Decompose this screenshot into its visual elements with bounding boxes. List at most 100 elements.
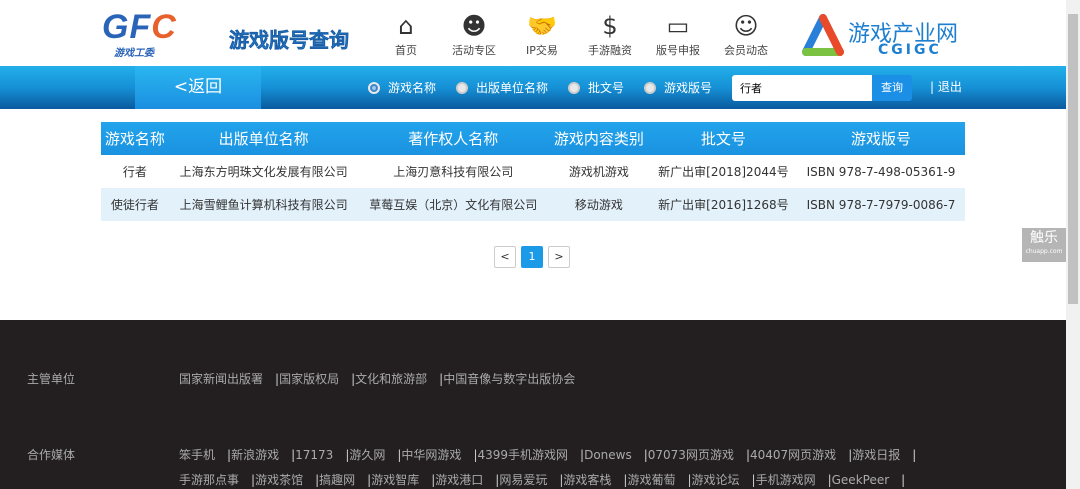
- watermark: 触乐 chuapp.com: [1022, 228, 1066, 262]
- column-header: 游戏名称: [101, 122, 169, 155]
- nav-label: 手游融资: [588, 44, 632, 57]
- footer-link[interactable]: 文化和旅游部: [355, 372, 427, 386]
- table-cell: 上海东方明珠文化发展有限公司: [179, 165, 348, 179]
- table-cell: ISBN 978-7-7979-0086-7: [797, 188, 965, 221]
- radio-icon[interactable]: [644, 81, 657, 94]
- radio-label: 游戏版号: [664, 81, 713, 95]
- radio-label: 批文号: [588, 81, 625, 95]
- page-1-button[interactable]: 1: [521, 246, 543, 268]
- table-cell: 行者: [122, 165, 147, 179]
- home-icon: ⌂: [398, 12, 414, 40]
- column-header: 游戏内容类别: [548, 122, 650, 155]
- table-cell: 使徒行者: [101, 188, 169, 221]
- nav-item[interactable]: ▭ 版号申报: [644, 10, 712, 58]
- footer-link[interactable]: 游久网: [349, 448, 385, 462]
- footer-link[interactable]: 游戏论坛: [692, 473, 740, 487]
- head-idea-icon: ☻: [461, 12, 487, 40]
- cgigc-logo[interactable]: 游戏产业网 CGIGC: [800, 12, 970, 60]
- footer-link[interactable]: GeekPeer: [832, 473, 890, 487]
- footer: 主管单位 国家新闻出版署 |国家版权局 |文化和旅游部 |中国音像与数字出版协会 合作媒…: [0, 320, 1066, 489]
- footer-link[interactable]: 中国音像与数字出版协会: [443, 372, 575, 386]
- main-nav: ⌂ 首页 ☻ 活动专区 🤝 IP交易 $ 手游融资 ▭ 版号申报 ☺ 会员动态: [372, 10, 780, 58]
- nav-item[interactable]: ☺ 会员动态: [712, 10, 780, 58]
- nav-label: 活动专区: [452, 44, 496, 57]
- footer-link[interactable]: 国家版权局: [279, 372, 339, 386]
- table-cell: 游戏机游戏: [568, 165, 629, 179]
- radio-label: 游戏名称: [388, 81, 437, 95]
- radio-option[interactable]: 游戏名称: [368, 79, 436, 96]
- logout-link[interactable]: | 退出: [930, 66, 962, 109]
- page-title: 游戏版号查询: [229, 28, 350, 53]
- handshake-icon: 🤝: [527, 12, 557, 40]
- footer-link[interactable]: 手游那点事: [179, 473, 239, 487]
- table-cell: 新广出审[2016]1268号: [649, 188, 798, 221]
- scrollbar[interactable]: [1066, 0, 1080, 489]
- footer-link[interactable]: 4399手机游戏网: [477, 448, 568, 462]
- table-cell: 移动游戏: [548, 188, 650, 221]
- radio-icon[interactable]: [568, 81, 581, 94]
- table-cell: ISBN 978-7-498-05361-9: [806, 164, 956, 179]
- table-row: 行者 上海东方明珠文化发展有限公司 上海刃意科技有限公司 游戏机游戏 新广出审[2018…: [101, 155, 965, 188]
- nav-item[interactable]: $ 手游融资: [576, 10, 644, 58]
- table-cell: 上海刃意科技有限公司: [393, 165, 514, 179]
- money-hand-icon: $: [602, 12, 618, 40]
- gfc-logo[interactable]: GFC 游戏工委: [102, 10, 188, 59]
- radio-option[interactable]: 出版单位名称: [456, 79, 548, 96]
- nav-label: 版号申报: [656, 44, 700, 57]
- footer-link[interactable]: 笨手机: [179, 448, 215, 462]
- footer-link[interactable]: 网易爱玩: [499, 473, 547, 487]
- prev-page-button[interactable]: <: [494, 246, 516, 268]
- next-page-button[interactable]: >: [548, 246, 570, 268]
- footer-link[interactable]: 搞趣网: [319, 473, 355, 487]
- pagination: < 1 >: [494, 246, 570, 268]
- user-icon: ☺: [733, 12, 759, 40]
- laptop-icon: ▭: [666, 12, 690, 40]
- nav-label: 首页: [395, 44, 417, 57]
- nav-item[interactable]: ☻ 活动专区: [440, 10, 508, 58]
- nav-label: 会员动态: [724, 44, 768, 57]
- column-header: 游戏版号: [797, 122, 965, 155]
- scrollbar-thumb[interactable]: [1068, 14, 1078, 304]
- footer-link[interactable]: 手机游戏网: [756, 473, 816, 487]
- column-header: 出版单位名称: [168, 122, 359, 155]
- media-label: 合作媒体: [27, 448, 76, 462]
- radio-icon[interactable]: [456, 81, 469, 94]
- table-row: 使徒行者 上海雪鲤鱼计算机科技有限公司 草莓互娱（北京）文化有限公司 移动游戏 新广出审…: [101, 188, 965, 221]
- nav-label: IP交易: [526, 44, 558, 57]
- footer-link[interactable]: 40407网页游戏: [750, 448, 836, 462]
- radio-label: 出版单位名称: [476, 81, 549, 95]
- footer-link[interactable]: 游戏客栈: [563, 473, 611, 487]
- column-header: 著作权人名称: [358, 122, 549, 155]
- footer-link[interactable]: 游戏茶馆: [255, 473, 303, 487]
- footer-link[interactable]: 游戏港口: [435, 473, 483, 487]
- radio-option[interactable]: 批文号: [568, 79, 624, 96]
- search-button[interactable]: 查询: [872, 75, 912, 101]
- nav-item[interactable]: ⌂ 首页: [372, 10, 440, 58]
- separator: |: [901, 473, 906, 487]
- footer-link[interactable]: 07073网页游戏: [648, 448, 734, 462]
- nav-item[interactable]: 🤝 IP交易: [508, 10, 576, 58]
- footer-link[interactable]: Donews: [584, 448, 632, 462]
- footer-link[interactable]: 中华网游戏: [401, 448, 461, 462]
- table-cell: 草莓互娱（北京）文化有限公司: [358, 188, 549, 221]
- radio-option[interactable]: 游戏版号: [644, 79, 712, 96]
- footer-link[interactable]: 游戏智库: [371, 473, 419, 487]
- back-button[interactable]: <返回: [135, 66, 261, 109]
- footer-link[interactable]: 游戏葡萄: [627, 473, 675, 487]
- search-bar: <返回 游戏名称 出版单位名称 批文号 游戏版号 查询 | 退出: [0, 66, 1066, 109]
- search-type-radios: 游戏名称 出版单位名称 批文号 游戏版号: [368, 66, 732, 109]
- column-header: 批文号: [649, 122, 798, 155]
- header: GFC 游戏工委 游戏版号查询 ⌂ 首页 ☻ 活动专区 🤝 IP交易 $ 手游融资 ▭ 版号申报 ☺…: [0, 0, 1066, 66]
- separator: |: [912, 448, 917, 462]
- org-label: 主管单位: [27, 372, 76, 386]
- footer-link[interactable]: 国家新闻出版署: [179, 372, 263, 386]
- search-input[interactable]: [732, 75, 872, 101]
- radio-icon[interactable]: [368, 81, 380, 94]
- table-cell: 新广出审[2018]2044号: [658, 165, 789, 179]
- table-cell: 上海雪鲤鱼计算机科技有限公司: [168, 188, 359, 221]
- footer-link[interactable]: 新浪游戏: [231, 448, 279, 462]
- footer-link[interactable]: 17173: [295, 448, 333, 462]
- cgigc-triangle-icon: [802, 14, 844, 56]
- results-table: 游戏名称 出版单位名称 著作权人名称 游戏内容类别 批文号 游戏版号 行者 上海东方明珠文化…: [101, 122, 965, 221]
- footer-link[interactable]: 游戏日报: [852, 448, 900, 462]
